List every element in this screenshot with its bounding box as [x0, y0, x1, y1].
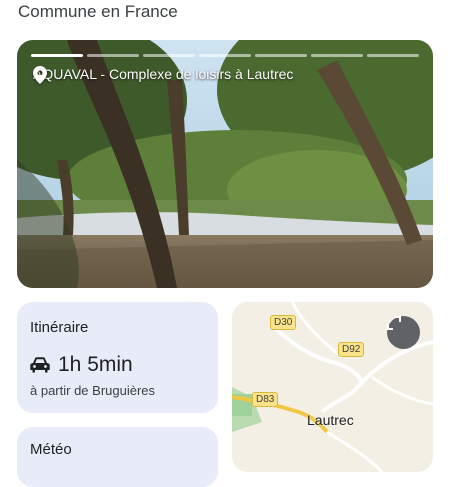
- road-label-d30: D30: [270, 315, 297, 330]
- expand-map-button[interactable]: [387, 316, 420, 349]
- page-subtitle: Commune en France: [18, 2, 178, 21]
- town-label: Lautrec: [307, 412, 354, 428]
- itinerary-title: Itinéraire: [30, 319, 89, 336]
- progress-segment: [255, 54, 307, 57]
- progress-segment: [31, 54, 83, 57]
- itinerary-duration-row: 1h 5min: [30, 353, 133, 377]
- progress-segment: [199, 54, 251, 57]
- progress-segment: [367, 54, 419, 57]
- road-label-d92: D92: [338, 342, 365, 357]
- progress-segment: [311, 54, 363, 57]
- itinerary-duration: 1h 5min: [58, 353, 133, 376]
- location-pin-icon: [33, 66, 47, 84]
- photo-caption-text: AQUAVAL - Complexe de loisirs à Lautrec: [33, 66, 294, 82]
- place-photo[interactable]: AQUAVAL - Complexe de loisirs à Lautrec: [17, 40, 433, 288]
- map-preview[interactable]: D30 D92 D83 Lautrec: [232, 302, 433, 472]
- progress-segment: [87, 54, 139, 57]
- car-icon: [30, 357, 50, 373]
- itinerary-origin: à partir de Bruguières: [30, 383, 156, 398]
- weather-card[interactable]: Météo: [17, 427, 218, 487]
- story-progress: [31, 54, 419, 57]
- itinerary-card[interactable]: Itinéraire 1h 5min à partir de Bruguière…: [17, 302, 218, 413]
- progress-segment: [143, 54, 195, 57]
- road-label-d83: D83: [252, 392, 279, 407]
- photo-caption[interactable]: AQUAVAL - Complexe de loisirs à Lautrec: [33, 66, 294, 84]
- expand-icon: [387, 316, 401, 330]
